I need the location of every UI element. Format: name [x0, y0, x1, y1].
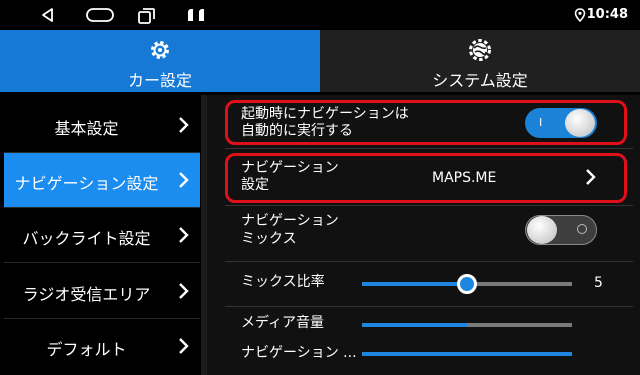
mix-ratio-slider[interactable]	[362, 274, 572, 294]
nav-mix-label-line1: ナビゲーション	[241, 213, 339, 229]
tab-system-settings[interactable]: システム設定	[320, 30, 640, 92]
gear-icon	[151, 41, 169, 59]
mix-ratio-value: 5	[594, 275, 603, 291]
sidebar-item-label: ラジオ受信エリア	[22, 285, 151, 304]
sidebar-item-default[interactable]: デフォルト	[4, 319, 200, 373]
chevron-right-icon	[179, 338, 189, 354]
chevron-right-icon	[179, 117, 189, 133]
sidebar-item-label: ナビゲーション設定	[14, 174, 159, 193]
sidebar-item-basic[interactable]: 基本設定	[4, 98, 200, 153]
sd-card-icon	[188, 9, 204, 21]
mix-ratio-slider-thumb[interactable]	[457, 274, 477, 294]
chevron-right-icon	[179, 227, 189, 243]
globe-gear-icon	[469, 39, 491, 61]
highlight-outline	[225, 153, 627, 203]
nav-volume-label: ナビゲーション ...	[241, 345, 357, 361]
tab-car-settings[interactable]: カー設定	[0, 30, 320, 92]
back-icon[interactable]	[40, 7, 56, 23]
mix-ratio-label: ミックス比率	[241, 274, 325, 290]
chevron-right-icon	[179, 172, 189, 188]
tab-system-settings-label: システム設定	[432, 71, 528, 90]
location-icon	[574, 8, 586, 22]
nav-mix-label-line2: ミックス	[241, 231, 297, 247]
sidebar-item-navigation[interactable]: ナビゲーション設定	[4, 153, 200, 208]
sidebar: 基本設定 ナビゲーション設定 バックライト設定 ラジオ受信エリア デフォルト	[4, 95, 200, 375]
setting-nav-mix[interactable]: ナビゲーション ミックス	[225, 206, 633, 262]
chevron-right-icon	[179, 283, 189, 299]
clock: 10:48	[586, 7, 628, 22]
recent-apps-icon[interactable]	[138, 7, 156, 24]
tab-car-settings-label: カー設定	[127, 71, 192, 90]
nav-volume-slider-fill	[362, 352, 572, 356]
sidebar-item-label: 基本設定	[54, 119, 119, 138]
toggle-knob	[527, 216, 557, 244]
sidebar-item-backlight[interactable]: バックライト設定	[4, 208, 200, 263]
nav-mix-toggle[interactable]	[525, 215, 597, 245]
setting-nav-volume[interactable]: ナビゲーション ...	[225, 338, 633, 372]
media-volume-slider-fill	[362, 323, 467, 327]
home-icon[interactable]	[86, 8, 114, 22]
highlight-outline	[225, 100, 627, 145]
setting-media-volume[interactable]: メディア音量	[225, 307, 633, 337]
status-bar: 10:48	[0, 0, 640, 30]
sidebar-item-label: デフォルト	[46, 340, 127, 359]
nav-volume-slider[interactable]	[362, 352, 572, 356]
settings-panel: 起動時にナビゲーションは 自動的に実行する I ナビゲーション 設定 MAPS.…	[207, 95, 640, 375]
tab-bar: カー設定 システム設定	[0, 30, 640, 92]
media-volume-label: メディア音量	[241, 315, 325, 331]
sidebar-item-label: バックライト設定	[22, 229, 151, 248]
media-volume-slider[interactable]	[362, 323, 572, 327]
toggle-off-mark	[577, 224, 587, 234]
setting-mix-ratio[interactable]: ミックス比率 5	[225, 262, 633, 307]
mix-ratio-slider-fill	[362, 282, 467, 286]
sidebar-item-radio-area[interactable]: ラジオ受信エリア	[4, 264, 200, 319]
